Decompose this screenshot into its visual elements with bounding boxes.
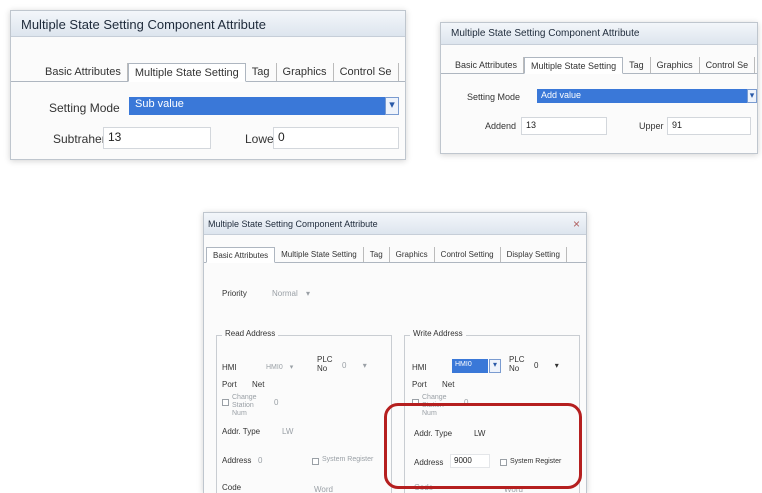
write-hmi-select[interactable]: HMI0 [452,359,488,373]
tab-tag[interactable]: Tag [364,247,390,262]
chevron-down-icon: ▾ [289,364,294,371]
close-icon[interactable]: × [573,217,580,231]
tab-graphics[interactable]: Graphics [390,247,435,262]
read-hmi-select[interactable]: HMI0 ▾ [266,363,293,371]
setting-mode-label: Setting Mode [49,101,120,115]
write-port-value: Net [442,380,455,389]
read-address-value: 0 [258,456,263,465]
priority-label: Priority [222,289,247,298]
read-code-label: Code [222,483,242,492]
dialog-sub-value: Multiple State Setting Component Attribu… [10,10,406,160]
tab-multiple-state-setting[interactable]: Multiple State Setting [127,63,246,82]
setting-mode-value: Sub value [135,98,184,110]
setting-mode-select[interactable]: Add value [537,89,747,103]
write-hmi-dropdown-button[interactable]: ▾ [489,359,501,373]
tab-control-setting[interactable]: Control Se [334,63,399,81]
subtrahend-input[interactable]: 13 [103,127,211,149]
dialog-add-value: Multiple State Setting Component Attribu… [440,22,758,154]
read-change-station-label: Change Station Num [232,394,257,417]
dialog-title: Multiple State Setting Component Attribu… [441,23,757,45]
read-address-label: Address [222,456,252,465]
tab-graphics[interactable]: Graphics [277,63,334,81]
tab-graphics[interactable]: Graphics [651,57,700,73]
read-change-station-checkbox[interactable] [222,399,229,406]
read-word-label: Word [314,485,333,493]
chevron-down-icon: ▾ [554,361,559,370]
tab-bar: Basic Attributes Multiple State Setting … [11,63,405,82]
setting-mode-select[interactable]: Sub value [129,97,385,115]
highlight-box [384,403,582,489]
tab-control-setting[interactable]: Control Setting [435,247,501,262]
write-port-label: Port [412,380,427,389]
chevron-down-icon: ▾ [362,361,367,370]
setting-mode-value: Add value [541,90,582,100]
write-address-title: Write Address [410,329,466,338]
read-port-label: Port [222,380,237,389]
tab-bar: Basic Attributes Multiple State Setting … [441,57,757,74]
tab-tag[interactable]: Tag [246,63,277,81]
read-system-register-label: System Register [322,456,374,463]
read-port-value: Net [252,380,265,389]
tab-control-setting[interactable]: Control Se [700,57,756,73]
write-plc-no-select[interactable]: 0 ▾ [534,361,559,370]
write-plc-no-label: PLC No [509,355,525,373]
dialog-title: Multiple State Setting Component Attribu… [11,11,405,37]
priority-select[interactable]: Normal ▾ [272,289,310,298]
addend-input[interactable]: 13 [521,117,607,135]
tab-display-setting[interactable]: Display Setting [501,247,567,262]
chevron-down-icon: ▾ [389,99,395,111]
tab-bar: Basic Attributes Multiple State Setting … [204,247,586,263]
read-plc-no-label: PLC No [317,355,333,373]
setting-mode-label: Setting Mode [467,92,521,102]
read-address-title: Read Address [222,329,279,338]
tab-basic-attributes[interactable]: Basic Attributes [39,63,128,81]
read-addr-type-label: Addr. Type [222,427,261,436]
setting-mode-dropdown-button[interactable]: ▾ [385,97,399,115]
read-plc-no-select[interactable]: 0 ▾ [342,361,367,370]
write-hmi-label: HMI [412,363,427,372]
addend-label: Addend [485,121,517,131]
setting-mode-dropdown-button[interactable]: ▾ [747,89,757,103]
read-system-register-checkbox[interactable] [312,458,319,465]
read-change-station-value: 0 [274,398,279,407]
lower-input[interactable]: 0 [273,127,399,149]
upper-input[interactable]: 91 [667,117,751,135]
tab-tag[interactable]: Tag [623,57,651,73]
chevron-down-icon: ▾ [492,360,497,369]
tab-basic-attributes[interactable]: Basic Attributes [449,57,525,73]
chevron-down-icon: ▾ [306,289,311,298]
read-addr-type-value: LW [282,427,294,436]
tab-multiple-state-setting[interactable]: Multiple State Setting [524,57,624,74]
read-hmi-label: HMI [222,363,237,372]
tab-multiple-state-setting[interactable]: Multiple State Setting [275,247,364,262]
tab-basic-attributes[interactable]: Basic Attributes [206,247,276,263]
dialog-title: Multiple State Setting Component Attribu… [204,213,586,235]
upper-label: Upper [639,121,664,131]
chevron-down-icon: ▾ [749,90,755,100]
